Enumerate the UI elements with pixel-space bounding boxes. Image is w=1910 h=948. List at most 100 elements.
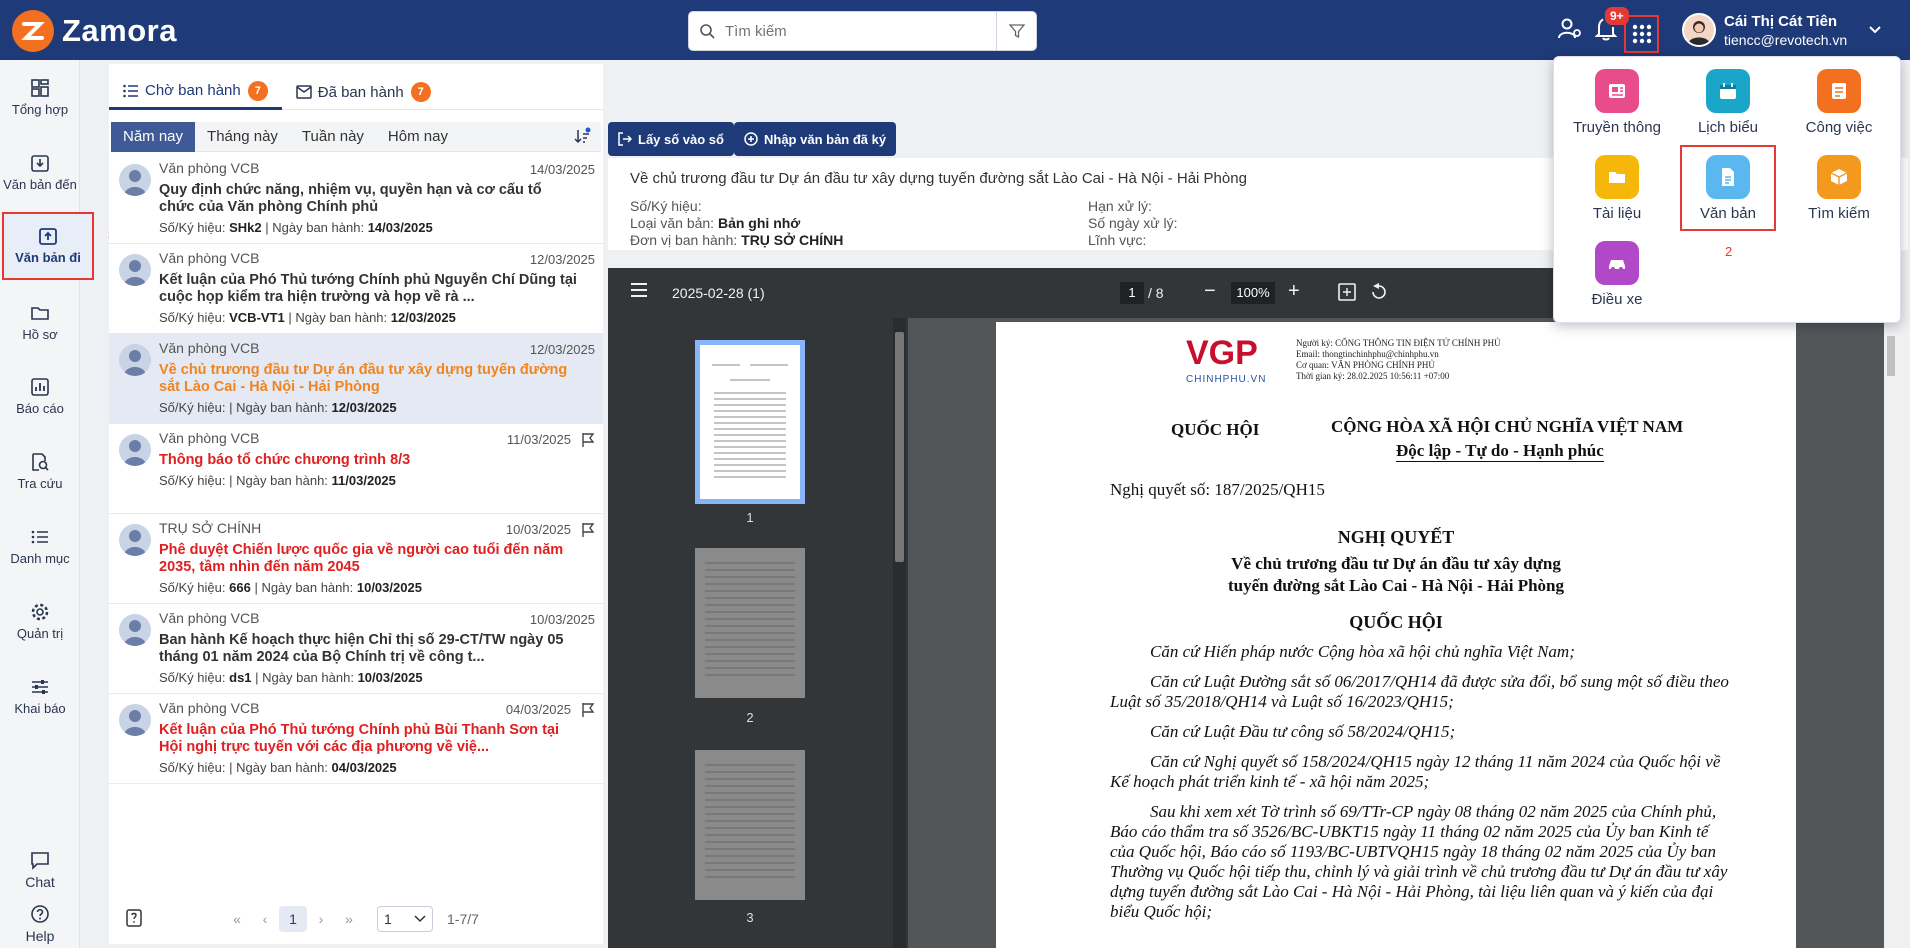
list-item[interactable]: Văn phòng VCB 10/03/2025 Ban hành Kế hoạ… [109, 604, 603, 694]
help-doc-icon[interactable] [125, 908, 143, 930]
item-date: 14/03/2025 [529, 162, 595, 177]
list-item[interactable]: Văn phòng VCB 11/03/2025 Thông báo tổ ch… [109, 424, 603, 514]
flag-icon[interactable] [581, 432, 595, 453]
avatar [119, 704, 151, 736]
pdf-para: Sau khi xem xét Tờ trình số 69/TTr-CP ng… [1110, 802, 1728, 921]
calendar-icon [1706, 69, 1750, 113]
app-dieu-xe[interactable]: Điều xe [1562, 241, 1672, 308]
user-name[interactable]: Cái Thị Cát Tiên [1724, 13, 1837, 30]
item-title: Thông báo tổ chức chương trình 8/3 [159, 452, 411, 468]
item-meta: Số/Ký hiệu: | Ngày ban hành: 12/03/2025 [159, 400, 397, 415]
item-date: 04/03/2025 [505, 702, 571, 717]
list-item[interactable]: Văn phòng VCB 04/03/2025 Kết luận của Ph… [109, 694, 603, 784]
user-menu-chevron-icon[interactable] [1868, 22, 1882, 40]
list-item[interactable]: Văn phòng VCB 12/03/2025 Kết luận của Ph… [109, 244, 603, 334]
filter-button[interactable] [996, 12, 1036, 50]
flag-icon[interactable] [581, 522, 595, 543]
thumbnail-page-3[interactable] [695, 750, 805, 900]
pdf-page: VGP CHINHPHU.VN Người ký: CỔNG THÔNG TIN… [996, 322, 1796, 948]
thumbnail-page-1[interactable] [695, 340, 805, 504]
menu-icon[interactable] [630, 282, 648, 301]
sidebar-chat[interactable]: Chat [0, 850, 80, 890]
doc-search-icon [32, 453, 49, 471]
pdf-para: Căn cứ Nghị quyết số 158/2024/QH15 ngày … [1110, 752, 1721, 791]
pdf-page-input[interactable]: 1 [1120, 282, 1144, 304]
document-icon [1706, 155, 1750, 199]
sidebar-item-tra-cuu[interactable]: Tra cứu [0, 452, 80, 491]
app-logo[interactable]: Zamora [12, 10, 177, 52]
sidebar-item-khai-bao[interactable]: Khai báo [0, 677, 80, 716]
next-page-button[interactable]: › [307, 911, 335, 927]
tab-cho-ban-hanh[interactable]: Chờ ban hành 7 [109, 74, 282, 110]
prev-page-button[interactable]: ‹ [251, 911, 279, 927]
zoom-out-button[interactable]: − [1204, 280, 1216, 303]
sidebar-item-danh-muc[interactable]: Danh mục [0, 527, 80, 566]
thumbnail-page-2[interactable] [695, 548, 805, 698]
app-tai-lieu[interactable]: Tài liệu [1562, 155, 1672, 222]
app-cong-viec[interactable]: Công việc [1784, 69, 1894, 136]
search-box [688, 11, 1037, 51]
user-email: tiencc@revotech.vn [1724, 32, 1848, 48]
sidebar-item-label: Khai báo [14, 701, 66, 716]
last-page-button[interactable]: » [335, 911, 363, 927]
app-lich-bieu[interactable]: Lịch biểu [1673, 69, 1783, 136]
list-item[interactable]: TRỤ SỞ CHÍNH 10/03/2025 Phê duyệt Chiến … [109, 514, 603, 604]
pdf-total-pages: / 8 [1148, 285, 1164, 301]
pdf-viewer: 2025-02-28 (1) 1 / 8 − 100% + 1 2 3 VGP … [608, 268, 1898, 948]
list-item-selected[interactable]: Văn phòng VCB 12/03/2025 Về chủ trương đ… [109, 334, 603, 424]
sidebar-item-label: Tổng hợp [11, 102, 69, 117]
nhap-van-ban-da-ky-button[interactable]: Nhập văn bản đã ký [734, 122, 897, 156]
filter-thang-nay[interactable]: Tháng này [195, 122, 290, 152]
user-avatar[interactable] [1682, 13, 1716, 47]
vgp-logo-sub: CHINHPHU.VN [1186, 374, 1267, 385]
filter-tuan-nay[interactable]: Tuần này [290, 122, 376, 152]
sidebar-help[interactable]: Help [0, 904, 80, 944]
app-truyen-thong[interactable]: Truyền thông [1562, 69, 1672, 136]
app-tim-kiem[interactable]: Tìm kiếm [1784, 155, 1894, 222]
flag-icon[interactable] [581, 702, 595, 723]
filter-nam-nay[interactable]: Năm nay [111, 121, 196, 152]
document-list: Văn phòng VCB 14/03/2025 Quy định chức n… [109, 154, 603, 784]
folder-icon [31, 307, 49, 320]
inbox-icon [31, 155, 49, 172]
first-page-button[interactable]: « [223, 911, 251, 927]
user-settings-icon[interactable] [1557, 16, 1583, 47]
sidebar-item-van-ban-di[interactable]: Văn bản đi [2, 212, 94, 280]
pdf-nghiquyet-so: Nghị quyết số: 187/2025/QH15 [1110, 480, 1325, 499]
item-date: 10/03/2025 [505, 522, 571, 537]
item-meta: Số/Ký hiệu: SHk2 | Ngày ban hành: 14/03/… [159, 220, 433, 235]
pending-list-icon [123, 84, 138, 97]
page-size-select[interactable]: 1 [377, 906, 433, 932]
sidebar-item-tong-hop[interactable]: Tổng hợp [0, 78, 80, 117]
sidebar: Tổng hợp Văn bản đến Văn bản đi 3 Hồ sơ … [0, 60, 115, 948]
pdf-conghoa: CỘNG HÒA XÃ HỘI CHỦ NGHĨA VIỆT NAM [1331, 417, 1684, 436]
search-input[interactable] [725, 13, 996, 49]
tab-da-ban-hanh[interactable]: Đã ban hành 7 [282, 74, 445, 110]
pdf-scrollbar[interactable] [1884, 318, 1898, 948]
filter-hom-nay[interactable]: Hôm nay [376, 122, 460, 152]
lay-so-vao-so-button[interactable]: Lấy số vào sổ [608, 122, 734, 156]
tab-label: Đã ban hành [317, 83, 404, 101]
fit-page-icon[interactable] [1338, 283, 1356, 304]
apps-grid-button[interactable] [1624, 15, 1659, 53]
sidebar-item-quan-tri[interactable]: Quản trị [0, 602, 80, 641]
sidebar-item-ho-so[interactable]: Hồ sơ [0, 303, 80, 342]
sort-button[interactable] [573, 127, 591, 150]
list-item[interactable]: Văn phòng VCB 14/03/2025 Quy định chức n… [109, 154, 603, 244]
logo-mark-icon [12, 10, 54, 52]
pdf-heading: NGHỊ QUYẾT [1337, 527, 1455, 547]
pdf-filename: 2025-02-28 (1) [672, 285, 765, 301]
sidebar-item-bao-cao[interactable]: Báo cáo [0, 377, 80, 416]
app-van-ban[interactable]: Văn bản [1680, 145, 1776, 231]
task-icon [1817, 69, 1861, 113]
rotate-icon[interactable] [1370, 283, 1388, 304]
tab-label: Chờ ban hành [145, 82, 241, 99]
list-icon [31, 530, 48, 544]
sidebar-item-van-ban-den[interactable]: Văn bản đến [0, 153, 80, 192]
tab-count-badge: 7 [410, 82, 431, 102]
zoom-level[interactable]: 100% [1231, 282, 1275, 304]
current-page[interactable]: 1 [279, 906, 307, 932]
item-meta: Số/Ký hiệu: ds1 | Ngày ban hành: 10/03/2… [159, 670, 423, 685]
zoom-in-button[interactable]: + [1288, 280, 1300, 303]
thumbnail-scrollbar[interactable] [893, 318, 906, 948]
